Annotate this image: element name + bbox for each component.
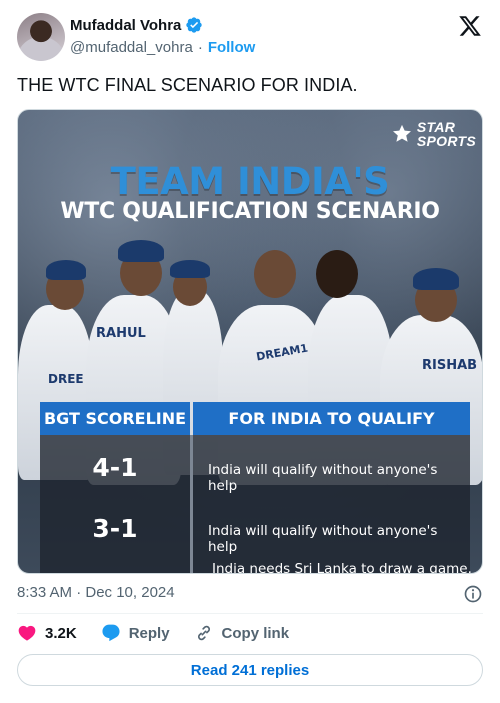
author-handle-row: @mufaddal_vohra · Follow	[70, 39, 255, 56]
table-column-divider	[190, 435, 193, 573]
jersey-label: RAHUL	[96, 326, 146, 341]
tweet-media-image[interactable]: STAR SPORTS TEAM INDIA'S WTC QUALIFICATI…	[17, 109, 483, 574]
x-logo-icon[interactable]	[458, 14, 482, 38]
tweet-actions: 3.2K Reply Copy link	[17, 623, 313, 643]
reply-bubble-icon	[102, 624, 120, 642]
player-cap	[118, 240, 164, 262]
table-row-text: India needs Sri Lanka to draw a game.	[212, 561, 472, 574]
jersey-label: RISHAB	[422, 358, 478, 373]
info-icon[interactable]	[463, 584, 483, 604]
table-row-text: India will qualify without anyone's help	[208, 523, 438, 555]
follow-button[interactable]: Follow	[208, 39, 256, 56]
divider	[17, 613, 483, 614]
star-sports-logo-icon	[392, 124, 411, 142]
player-cap	[46, 260, 86, 280]
brand-line-1: STAR	[416, 119, 456, 135]
player-cap	[170, 260, 210, 278]
brand-line-2: SPORTS	[416, 133, 476, 149]
tweet-card: Mufaddal Vohra @mufaddal_vohra · Follow …	[0, 0, 500, 703]
table-row-score: 4-1	[92, 453, 138, 482]
table-header-qualify: FOR INDIA TO QUALIFY	[193, 402, 470, 435]
author-handle[interactable]: @mufaddal_vohra	[70, 39, 193, 56]
tweet-timestamp[interactable]: 8:33 AM · Dec 10, 2024	[17, 584, 175, 601]
author-avatar[interactable]	[17, 13, 65, 61]
reply-button[interactable]: Reply	[101, 623, 170, 643]
verified-badge-icon	[186, 17, 203, 33]
table-body: 4-1 India will qualify without anyone's …	[40, 435, 472, 574]
player-cap	[413, 268, 459, 290]
table-row-text: India will qualify without anyone's help	[208, 462, 438, 494]
read-replies-button[interactable]: Read 241 replies	[17, 654, 483, 686]
link-icon	[197, 625, 210, 641]
like-button[interactable]: 3.2K	[17, 623, 77, 643]
author-name-row: Mufaddal Vohra	[70, 16, 203, 34]
graphic-title-line-2: WTC QUALIFICATION SCENARIO	[60, 199, 440, 224]
heart-icon	[18, 625, 36, 641]
table-row-score: 3-1	[92, 514, 138, 543]
jersey-label: DREE	[48, 372, 84, 386]
author-name[interactable]: Mufaddal Vohra	[70, 17, 181, 34]
star-sports-logo: STAR SPORTS	[391, 120, 476, 148]
player-head	[316, 250, 358, 298]
copy-link-label: Copy link	[221, 624, 290, 642]
graphic-title-line-1: TEAM INDIA'S	[110, 160, 390, 203]
tweet-text: THE WTC FINAL SCENARIO FOR INDIA.	[17, 75, 358, 95]
reply-label: Reply	[128, 624, 170, 642]
table-header-scoreline: BGT SCORELINE	[40, 402, 190, 435]
copy-link-button[interactable]: Copy link	[194, 623, 290, 643]
handle-separator: ·	[197, 39, 203, 56]
like-count: 3.2K	[45, 624, 77, 642]
player-head	[254, 250, 296, 298]
